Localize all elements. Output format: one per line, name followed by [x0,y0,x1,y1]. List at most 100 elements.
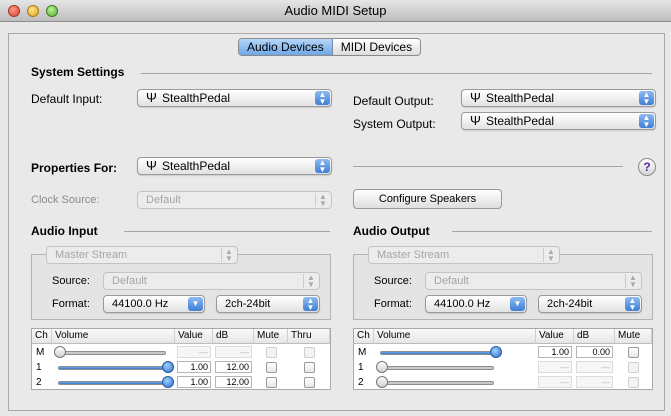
channel-label: M [358,347,367,358]
column-header-volume[interactable]: Volume [374,329,536,344]
column-header-value[interactable]: Value [536,329,574,344]
usb-icon: Ψ [146,90,157,105]
system-output-popup[interactable]: Ψ StealthPedal ▲ ▼ [461,112,656,130]
output-rate-popup[interactable]: 44100.0 Hz ▼ [425,295,527,313]
output-stream-popup[interactable]: Master Stream ▲ ▼ [368,246,560,264]
output-source-label: Source: [374,275,412,287]
output-source-popup[interactable]: Default ▲ ▼ [425,272,642,290]
column-header-mute[interactable]: Mute [254,329,288,344]
zoom-window-icon[interactable] [46,5,58,17]
divider [452,231,652,232]
popup-arrows-icon: ▲ ▼ [543,248,558,263]
popup-arrow-icon: ▼ [510,297,525,311]
mute-checkbox[interactable] [628,362,639,373]
table-row: 2 — — [354,376,652,389]
input-channel-table: Ch Volume Value dB Mute Thru M — — 1 1.00 12.00 2 1.… [31,328,331,390]
volume-slider[interactable] [58,366,166,370]
default-input-label: Default Input: [31,92,103,106]
input-source-label: Source: [52,275,90,287]
popup-arrows-icon: ▲ ▼ [303,274,318,289]
column-header-db[interactable]: dB [574,329,615,344]
tab-midi-devices[interactable]: MIDI Devices [332,39,421,55]
input-rate-popup[interactable]: 44100.0 Hz ▼ [103,295,205,313]
volume-slider[interactable] [380,351,494,355]
volume-slider[interactable] [380,366,494,370]
input-format-label: Format: [52,298,90,310]
audio-output-header: Audio Output [353,224,430,238]
mute-checkbox[interactable] [628,377,639,388]
minimize-window-icon[interactable] [27,5,39,17]
table-row: M — — [32,346,330,359]
db-field[interactable]: — [215,346,252,358]
output-format-label: Format: [374,298,412,310]
value-field[interactable]: — [538,361,572,373]
volume-slider[interactable] [58,381,166,385]
volume-slider-knob[interactable] [54,346,66,358]
usb-icon: Ψ [146,158,157,173]
db-field[interactable]: — [576,376,613,388]
column-header-ch[interactable]: Ch [354,329,374,344]
value-field[interactable]: 1.00 [177,361,211,373]
clock-source-label: Clock Source: [31,194,100,206]
properties-for-label: Properties For: [31,161,118,175]
volume-slider[interactable] [58,351,166,355]
system-output-label: System Output: [353,117,436,131]
volume-slider-knob[interactable] [162,376,174,388]
popup-arrows-icon: ▲ ▼ [221,248,236,263]
clock-source-popup[interactable]: Default ▲ ▼ [137,191,332,209]
output-channel-table: Ch Volume Value dB Mute M 1.00 0.00 1 — — 2 — — [353,328,653,390]
popup-arrows-icon: ▲ ▼ [303,297,318,312]
thru-checkbox[interactable] [303,362,315,373]
mute-checkbox[interactable] [628,347,639,358]
column-header-value[interactable]: Value [175,329,213,344]
close-window-icon[interactable] [8,5,20,17]
mute-checkbox[interactable] [265,377,277,388]
column-header-ch[interactable]: Ch [32,329,52,344]
volume-slider-knob[interactable] [376,361,388,373]
db-field[interactable]: 12.00 [215,361,252,373]
column-header-volume[interactable]: Volume [52,329,175,344]
volume-slider[interactable] [380,381,494,385]
audio-input-header: Audio Input [31,224,98,238]
input-bits-popup[interactable]: 2ch-24bit ▲ ▼ [216,295,320,313]
tab-audio-devices[interactable]: Audio Devices [239,39,333,55]
value-field[interactable]: 1.00 [538,346,572,358]
db-field[interactable]: 12.00 [215,376,252,388]
table-row: M 1.00 0.00 [354,346,652,359]
db-field[interactable]: — [576,361,613,373]
volume-slider-knob[interactable] [490,346,502,358]
table-row: 1 — — [354,361,652,374]
input-stream-popup[interactable]: Master Stream ▲ ▼ [46,246,238,264]
value-field[interactable]: — [538,376,572,388]
mute-checkbox[interactable] [265,347,277,358]
table-header: Ch Volume Value dB Mute Thru [32,329,330,344]
default-output-popup[interactable]: Ψ StealthPedal ▲ ▼ [461,89,656,107]
help-icon[interactable]: ? [638,158,656,176]
configure-speakers-button[interactable]: Configure Speakers [353,189,502,209]
column-header-mute[interactable]: Mute [615,329,652,344]
volume-slider-knob[interactable] [162,361,174,373]
column-header-db[interactable]: dB [213,329,254,344]
popup-arrows-icon: ▲ ▼ [639,114,654,129]
thru-checkbox[interactable] [303,347,315,358]
usb-icon: Ψ [470,113,481,128]
column-header-thru[interactable]: Thru [288,329,330,344]
device-tabs: Audio Devices MIDI Devices [238,38,422,56]
divider [353,166,623,167]
popup-arrows-icon: ▲ ▼ [625,297,640,312]
channel-label: 1 [358,362,364,373]
value-field[interactable]: 1.00 [177,376,211,388]
thru-checkbox[interactable] [303,377,315,388]
title-bar: Audio MIDI Setup [0,0,671,22]
channel-label: M [36,347,45,358]
mute-checkbox[interactable] [265,362,277,373]
db-field[interactable]: 0.00 [576,346,613,358]
value-field[interactable]: — [177,346,211,358]
default-input-popup[interactable]: Ψ StealthPedal ▲ ▼ [137,89,332,107]
input-source-popup[interactable]: Default ▲ ▼ [103,272,320,290]
volume-slider-knob[interactable] [376,376,388,388]
output-bits-popup[interactable]: 2ch-24bit ▲ ▼ [538,295,642,313]
popup-arrow-icon: ▼ [188,297,203,311]
properties-device-popup[interactable]: Ψ StealthPedal ▲ ▼ [137,157,332,175]
channel-label: 1 [36,362,42,373]
